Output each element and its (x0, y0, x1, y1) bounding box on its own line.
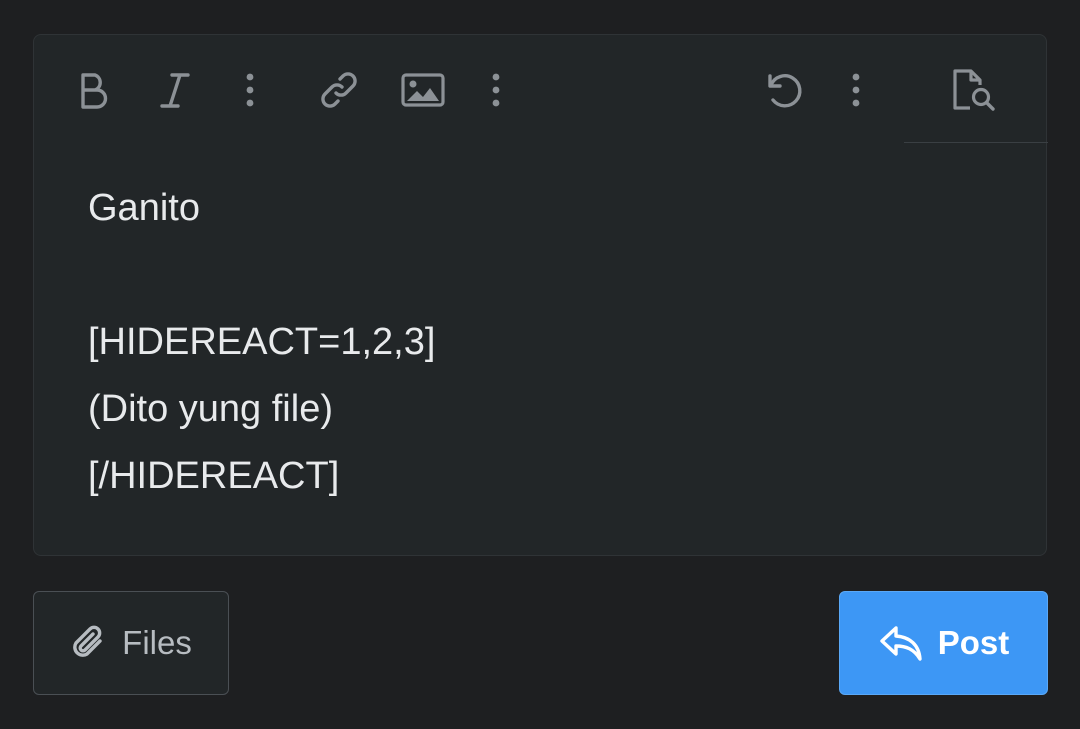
files-button-label: Files (122, 624, 192, 661)
post-button-label: Post (937, 624, 1010, 661)
image-icon (401, 73, 445, 107)
content-line: [HIDEREACT=1,2,3] (88, 321, 436, 363)
content-line: (Dito yung file) (88, 388, 333, 430)
more-vertical-icon (246, 73, 254, 107)
undo-icon (768, 74, 802, 108)
content-line: [/HIDEREACT] (88, 455, 340, 497)
rich-text-editor: Ganito [HIDEREACT=1,2,3] (Dito yung file… (33, 34, 1048, 556)
insert-image-button[interactable] (398, 65, 448, 115)
content-line (88, 242, 1006, 309)
link-icon (321, 72, 357, 108)
editor-content[interactable]: Ganito [HIDEREACT=1,2,3] (Dito yung file… (88, 175, 1006, 510)
more-vertical-icon (492, 73, 500, 107)
italic-button[interactable] (150, 65, 200, 115)
content-line: Ganito (88, 187, 200, 229)
more-vertical-icon (852, 73, 860, 107)
post-button[interactable]: Post (839, 591, 1048, 695)
more-insert-button[interactable] (471, 65, 521, 115)
preview-tab-underline (904, 142, 1048, 143)
bold-icon (81, 73, 108, 109)
reply-icon (880, 626, 922, 661)
italic-icon (160, 73, 190, 108)
preview-button[interactable] (949, 65, 999, 115)
editor-toolbar (34, 35, 1048, 143)
more-options-button[interactable] (831, 65, 881, 115)
undo-button[interactable] (758, 65, 808, 115)
paperclip-icon (73, 625, 102, 657)
reply-composer: Ganito [HIDEREACT=1,2,3] (Dito yung file… (0, 0, 1080, 729)
attach-files-button[interactable]: Files (33, 591, 229, 695)
more-formatting-button[interactable] (225, 65, 275, 115)
preview-icon (953, 69, 995, 111)
bold-button[interactable] (68, 65, 118, 115)
insert-link-button[interactable] (314, 65, 364, 115)
